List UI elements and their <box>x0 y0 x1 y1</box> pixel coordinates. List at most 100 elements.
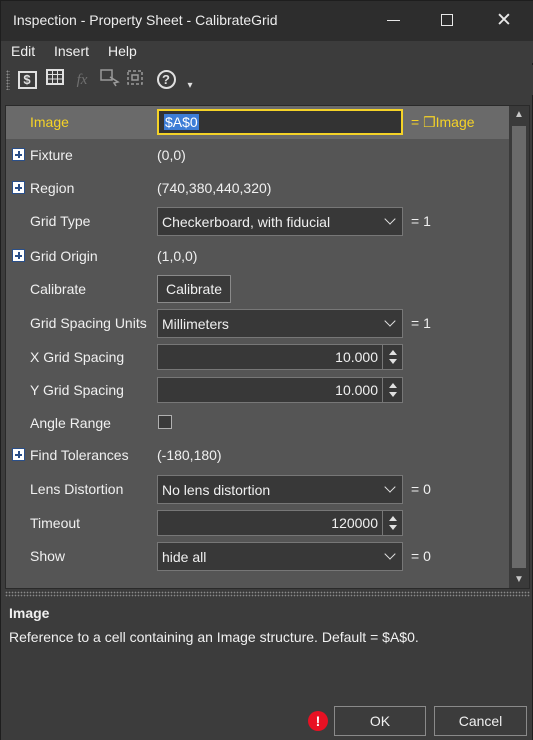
stepper-value: 120000 <box>331 515 378 531</box>
description-panel: Image Reference to a cell containing an … <box>5 599 530 699</box>
property-sheet-window: Inspection - Property Sheet - CalibrateG… <box>0 0 533 740</box>
maximize-icon <box>441 14 453 26</box>
spreadsheet-icon[interactable] <box>44 69 66 91</box>
overflow-icon[interactable]: ▾ <box>179 75 201 97</box>
property-label: Timeout <box>30 515 81 531</box>
cancel-button[interactable]: Cancel <box>434 706 527 736</box>
timeout-stepper[interactable]: 120000 <box>157 510 403 536</box>
show-select[interactable]: hide all <box>157 542 403 571</box>
property-result: = 0 <box>411 481 431 497</box>
property-row-find-tolerances[interactable]: Find Tolerances (-180,180) <box>6 439 509 472</box>
property-label: X Grid Spacing <box>30 349 125 365</box>
expand-icon[interactable] <box>12 249 25 262</box>
grid-spacing-units-select[interactable]: Millimeters <box>157 309 403 338</box>
chevron-down-icon <box>384 481 396 493</box>
property-result: = 0 <box>411 548 431 564</box>
property-row-grid-spacing-units[interactable]: Grid Spacing Units Millimeters = 1 <box>6 307 509 340</box>
property-row-x-grid-spacing[interactable]: X Grid Spacing 10.000 <box>6 341 509 374</box>
warning-icon: ! <box>308 711 328 731</box>
select-value: hide all <box>162 549 207 565</box>
toolbar-grip[interactable] <box>6 70 10 90</box>
property-label: Y Grid Spacing <box>30 382 124 398</box>
property-row-y-grid-spacing[interactable]: Y Grid Spacing 10.000 <box>6 374 509 407</box>
scroll-up-icon[interactable]: ▲ <box>513 109 525 120</box>
property-row-grid-type[interactable]: Grid Type Checkerboard, with fiducial = … <box>6 205 509 238</box>
property-row-lens-distortion[interactable]: Lens Distortion No lens distortion = 0 <box>6 473 509 506</box>
property-label: Calibrate <box>30 281 87 297</box>
vertical-scrollbar[interactable]: ▲ ▼ <box>509 106 529 588</box>
select-all-icon[interactable] <box>125 69 147 91</box>
maximize-button[interactable] <box>421 1 473 41</box>
minimize-icon <box>387 20 400 21</box>
stepper-value: 10.000 <box>335 349 378 365</box>
cell-reference-icon[interactable]: $ <box>16 69 38 91</box>
input-value: $A$0 <box>164 114 199 130</box>
property-label: Fixture <box>30 147 73 163</box>
calibrate-button[interactable]: Calibrate <box>157 275 231 303</box>
property-label: Region <box>30 180 75 196</box>
property-result: = 1 <box>411 213 431 229</box>
property-row-fixture[interactable]: Fixture (0,0) <box>6 139 509 172</box>
grid-type-select[interactable]: Checkerboard, with fiducial <box>157 207 403 236</box>
stepper-arrows[interactable] <box>382 378 402 402</box>
ok-button[interactable]: OK <box>334 706 426 736</box>
property-label: Grid Spacing Units <box>30 315 147 331</box>
stepper-arrows[interactable] <box>382 345 402 369</box>
title-bar: Inspection - Property Sheet - CalibrateG… <box>1 1 533 41</box>
property-value[interactable]: (740,380,440,320) <box>157 180 271 196</box>
stepper-arrows[interactable] <box>382 511 402 535</box>
window-title: Inspection - Property Sheet - CalibrateG… <box>13 12 278 28</box>
property-label: Grid Type <box>30 213 91 229</box>
scrollbar-thumb[interactable] <box>512 126 526 568</box>
angle-range-checkbox[interactable] <box>158 415 172 429</box>
close-button[interactable]: ✕ <box>478 1 530 41</box>
arrow-down-icon[interactable] <box>389 359 397 364</box>
close-icon: ✕ <box>496 10 512 31</box>
property-value[interactable]: (-180,180) <box>157 447 222 463</box>
minimize-button[interactable] <box>367 1 419 41</box>
menu-edit[interactable]: Edit <box>11 43 35 59</box>
arrow-up-icon[interactable] <box>389 350 397 355</box>
arrow-down-icon[interactable] <box>389 525 397 530</box>
property-label: Image <box>30 114 69 130</box>
property-label: Lens Distortion <box>30 481 124 497</box>
function-icon[interactable]: fx <box>71 69 93 91</box>
property-row-image[interactable]: Image $A$0 = ❒Image <box>6 106 509 139</box>
menu-help[interactable]: Help <box>108 43 137 59</box>
arrow-up-icon[interactable] <box>389 516 397 521</box>
x-grid-spacing-stepper[interactable]: 10.000 <box>157 344 403 370</box>
property-value[interactable]: (0,0) <box>157 147 186 163</box>
select-value: No lens distortion <box>162 482 271 498</box>
description-title: Image <box>9 605 50 621</box>
toolbar: $ fx ? ▾ <box>1 65 533 95</box>
property-result: = 1 <box>411 315 431 331</box>
property-row-show[interactable]: Show hide all = 0 <box>6 540 509 573</box>
select-value: Checkerboard, with fiducial <box>162 214 331 230</box>
property-row-grid-origin[interactable]: Grid Origin (1,0,0) <box>6 240 509 273</box>
property-result: = ❒Image <box>411 114 475 130</box>
property-row-calibrate[interactable]: Calibrate Calibrate <box>6 273 509 306</box>
menu-insert[interactable]: Insert <box>54 43 89 59</box>
chevron-down-icon <box>384 213 396 225</box>
dialog-footer: ! OK Cancel <box>1 701 532 740</box>
expand-icon[interactable] <box>12 181 25 194</box>
lens-distortion-select[interactable]: No lens distortion <box>157 475 403 504</box>
description-text: Reference to a cell containing an Image … <box>9 629 419 645</box>
y-grid-spacing-stepper[interactable]: 10.000 <box>157 377 403 403</box>
property-row-timeout[interactable]: Timeout 120000 <box>6 507 509 540</box>
panel-splitter[interactable] <box>5 591 530 597</box>
arrow-down-icon[interactable] <box>389 392 397 397</box>
scroll-down-icon[interactable]: ▼ <box>513 574 525 585</box>
help-icon[interactable]: ? <box>155 69 177 91</box>
property-label: Angle Range <box>30 415 111 431</box>
property-row-region[interactable]: Region (740,380,440,320) <box>6 172 509 205</box>
chevron-down-icon <box>384 315 396 327</box>
property-value[interactable]: (1,0,0) <box>157 248 197 264</box>
select-region-icon[interactable] <box>99 69 121 91</box>
property-label: Grid Origin <box>30 248 98 264</box>
image-reference-input[interactable]: $A$0 <box>157 109 403 135</box>
expand-icon[interactable] <box>12 148 25 161</box>
property-row-angle-range[interactable]: Angle Range <box>6 407 509 440</box>
expand-icon[interactable] <box>12 448 25 461</box>
arrow-up-icon[interactable] <box>389 383 397 388</box>
